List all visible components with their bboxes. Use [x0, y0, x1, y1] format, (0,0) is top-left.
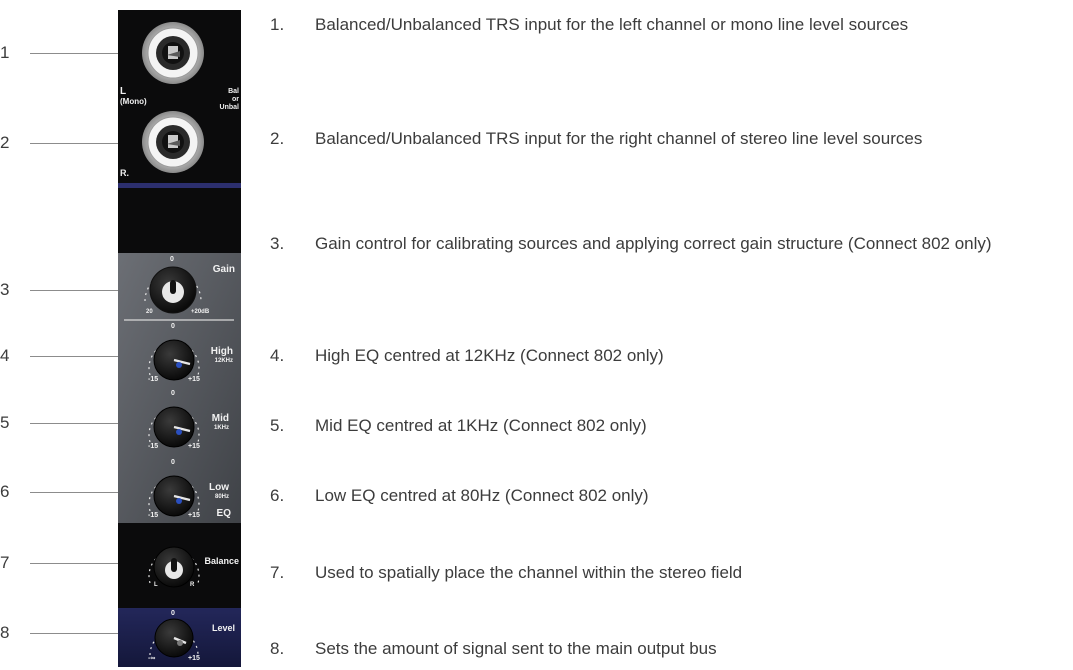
high-scale-min: -15 — [148, 376, 159, 383]
callout-number-7: 7 — [0, 553, 10, 572]
description-text: Balanced/Unbalanced TRS input for the le… — [315, 15, 909, 34]
high-label: High — [210, 346, 233, 357]
input-r-label: R. — [120, 168, 129, 178]
bal-label-1: Bal — [228, 88, 239, 95]
description-item-5: 5. Mid EQ centred at 1KHz (Connect 802 o… — [270, 412, 1061, 439]
description-index: 8. — [270, 639, 285, 658]
description-item-6: 6. Low EQ centred at 80Hz (Connect 802 o… — [270, 482, 1061, 509]
description-index: 3. — [270, 234, 285, 253]
balance-label: Balance — [204, 556, 239, 566]
callout-number-1: 1 — [0, 43, 10, 62]
low-freq-label: 80Hz — [214, 494, 229, 500]
description-item-3: 3. Gain control for calibrating sources … — [270, 230, 1061, 257]
input-l-sublabel: (Mono) — [120, 97, 147, 106]
description-text: Gain control for calibrating sources and… — [315, 234, 992, 253]
gain-scale-top: 0 — [170, 256, 174, 263]
high-scale-top: 0 — [171, 323, 175, 330]
description-item-2: 2. Balanced/Unbalanced TRS input for the… — [270, 125, 1061, 152]
description-index: 2. — [270, 129, 285, 148]
description-text: Balanced/Unbalanced TRS input for the ri… — [315, 129, 923, 148]
bal-label-3: Unbal — [219, 104, 239, 111]
bal-label-2: or — [232, 96, 239, 103]
balance-scale-l: L — [154, 582, 158, 588]
description-index: 4. — [270, 346, 285, 365]
low-scale-top: 0 — [171, 459, 175, 466]
gain-scale-min: 20 — [146, 309, 153, 315]
description-text: Mid EQ centred at 1KHz (Connect 802 only… — [315, 416, 647, 435]
input-l-label: L — [120, 86, 127, 97]
mid-scale-max: +15 — [188, 443, 200, 450]
description-item-1: 1. Balanced/Unbalanced TRS input for the… — [270, 11, 1061, 38]
description-index: 1. — [270, 15, 285, 34]
callout-number-5: 5 — [0, 413, 10, 432]
description-index: 7. — [270, 563, 285, 582]
low-scale-max: +15 — [188, 512, 200, 519]
level-scale-max: +15 — [188, 655, 200, 662]
callout-number-3: 3 — [0, 280, 10, 299]
balance-scale-r: R — [190, 582, 195, 588]
callout-number-8: 8 — [0, 623, 10, 642]
description-text: Sets the amount of signal sent to the ma… — [315, 639, 717, 658]
description-item-7: 7. Used to spatially place the channel w… — [270, 559, 1061, 586]
high-freq-label: 12KHz — [214, 358, 233, 364]
level-scale-min: -∞ — [148, 655, 156, 662]
description-text: Low EQ centred at 80Hz (Connect 802 only… — [315, 486, 649, 505]
input-jack-right — [142, 111, 204, 173]
mid-freq-label: 1KHz — [213, 425, 229, 431]
description-item-4: 4. High EQ centred at 12KHz (Connect 802… — [270, 342, 1061, 369]
description-text: Used to spatially place the channel with… — [315, 563, 743, 582]
description-item-8: 8. Sets the amount of signal sent to the… — [270, 635, 1061, 662]
mid-scale-min: -15 — [148, 443, 159, 450]
callout-number-6: 6 — [0, 482, 10, 501]
low-scale-min: -15 — [148, 512, 159, 519]
balance-knob — [148, 546, 200, 588]
level-scale-top: 0 — [171, 610, 175, 617]
mixer-channel-strip: L (Mono) Bal or Unbal R. Gain 0 20 +20dB… — [118, 10, 241, 667]
gain-scale-max: +20dB — [191, 309, 210, 315]
eq-label: EQ — [216, 508, 231, 519]
input-jack-left — [142, 22, 204, 84]
mid-label: Mid — [211, 413, 229, 424]
gain-label: Gain — [212, 264, 235, 275]
callout-number-2: 2 — [0, 133, 10, 152]
low-label: Low — [209, 482, 229, 493]
high-scale-max: +15 — [188, 376, 200, 383]
mid-scale-top: 0 — [171, 390, 175, 397]
callout-number-4: 4 — [0, 346, 10, 365]
level-label: Level — [211, 623, 235, 633]
description-index: 5. — [270, 416, 285, 435]
description-index: 6. — [270, 486, 285, 505]
description-text: High EQ centred at 12KHz (Connect 802 on… — [315, 346, 664, 365]
